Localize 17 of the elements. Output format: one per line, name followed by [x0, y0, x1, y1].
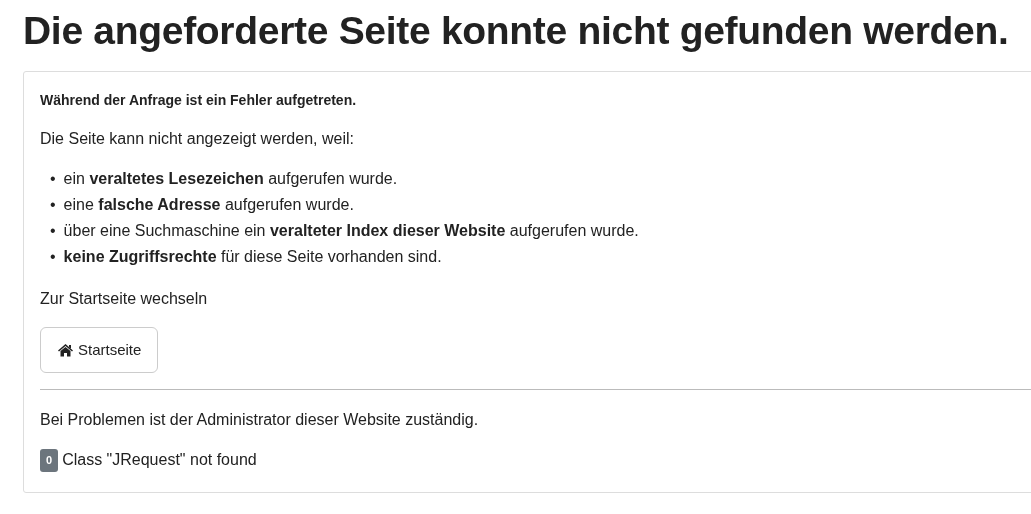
- reason-item: über eine Suchmaschine ein veralteter Index dieser Website aufgerufen wurde.: [63, 220, 639, 241]
- error-title: Während der Anfrage ist ein Fehler aufgetreten.: [40, 90, 358, 110]
- home-prompt: Zur Startseite wechseln: [40, 288, 209, 309]
- error-code-badge: 0: [40, 449, 59, 472]
- reason-item: ein veraltetes Lesezeichen aufgerufen wurde.: [63, 168, 398, 189]
- home-icon: [57, 343, 74, 358]
- intro-text: Die Seite kann nicht angezeigt werden, weil:: [40, 128, 355, 149]
- error-message: Class "JRequest" not found: [62, 450, 257, 471]
- contact-text: Bei Problemen ist der Administrator dieser Website zuständig.: [40, 410, 480, 431]
- bullet-mark: •: [50, 168, 56, 189]
- bullet-mark: •: [50, 194, 56, 215]
- reason-item: keine Zugriffsrechte für diese Seite vorhanden sind.: [63, 246, 442, 267]
- reason-item: eine falsche Adresse aufgerufen wurde.: [63, 194, 354, 215]
- home-button[interactable]: Startseite: [40, 326, 159, 374]
- bullet-mark: •: [50, 246, 56, 267]
- bullet-mark: •: [50, 220, 56, 241]
- page-heading: Die angeforderte Seite konnte nicht gefunden werden.: [23, 8, 1010, 54]
